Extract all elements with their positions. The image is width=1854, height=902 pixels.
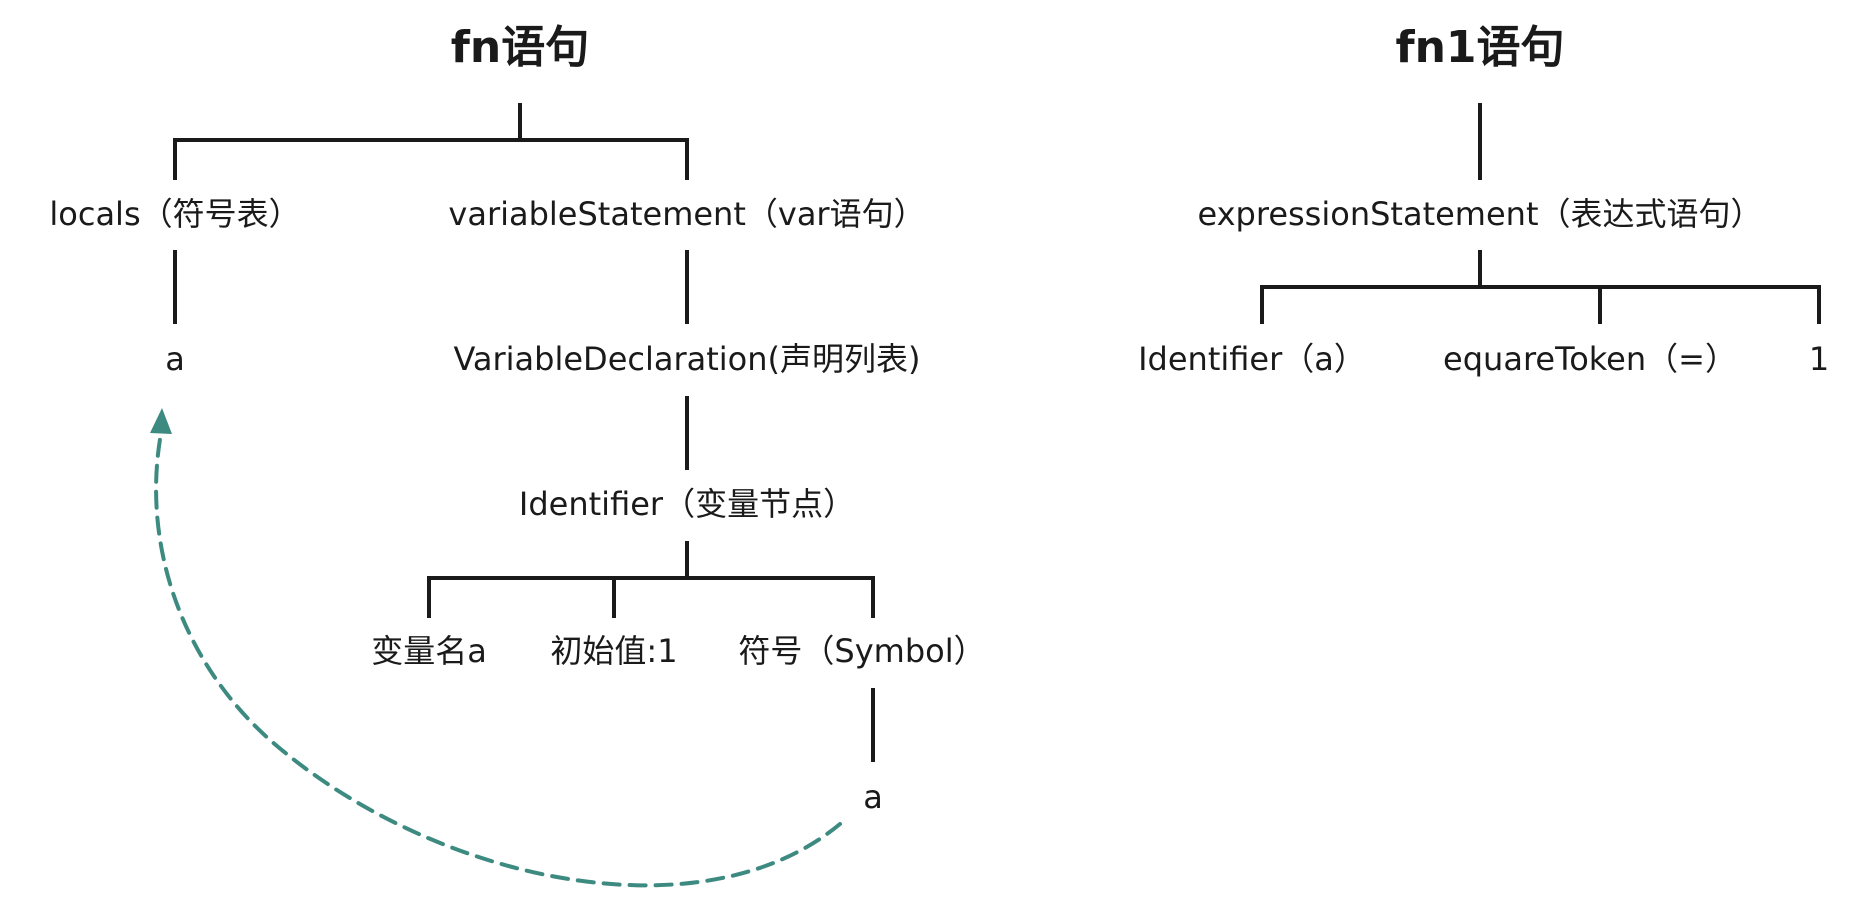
fn1-title: fn1语句 (1395, 22, 1564, 73)
equals-token-node: equareToken（=） (1443, 340, 1737, 378)
fn1-identifier-node: Identifier（a） (1138, 340, 1366, 378)
expression-statement-connector (1260, 250, 1821, 324)
expression-statement-node: expressionStatement（表达式语句） (1197, 195, 1762, 233)
fn-title: fn语句 (451, 22, 589, 73)
identifier-connector (427, 541, 875, 618)
fn-root-connector (173, 103, 689, 180)
symbol-a-node: a (863, 778, 883, 816)
literal-one-node: 1 (1809, 340, 1829, 378)
variable-statement-node: variableStatement（var语句） (448, 195, 925, 233)
locals-symbol-a: a (165, 340, 185, 378)
symbol-node: 符号（Symbol） (738, 632, 985, 670)
locals-node: locals（符号表） (49, 195, 300, 233)
initial-value-node: 初始值:1 (550, 632, 677, 670)
symbol-reference-arrow (150, 408, 842, 888)
variable-declaration-node: VariableDeclaration(声明列表) (453, 340, 920, 378)
var-name-node: 变量名a (371, 632, 487, 670)
ast-diagram: fn语句 locals（符号表） variableStatement（var语句… (49, 22, 1829, 888)
identifier-node: Identifier（变量节点） (519, 485, 855, 523)
